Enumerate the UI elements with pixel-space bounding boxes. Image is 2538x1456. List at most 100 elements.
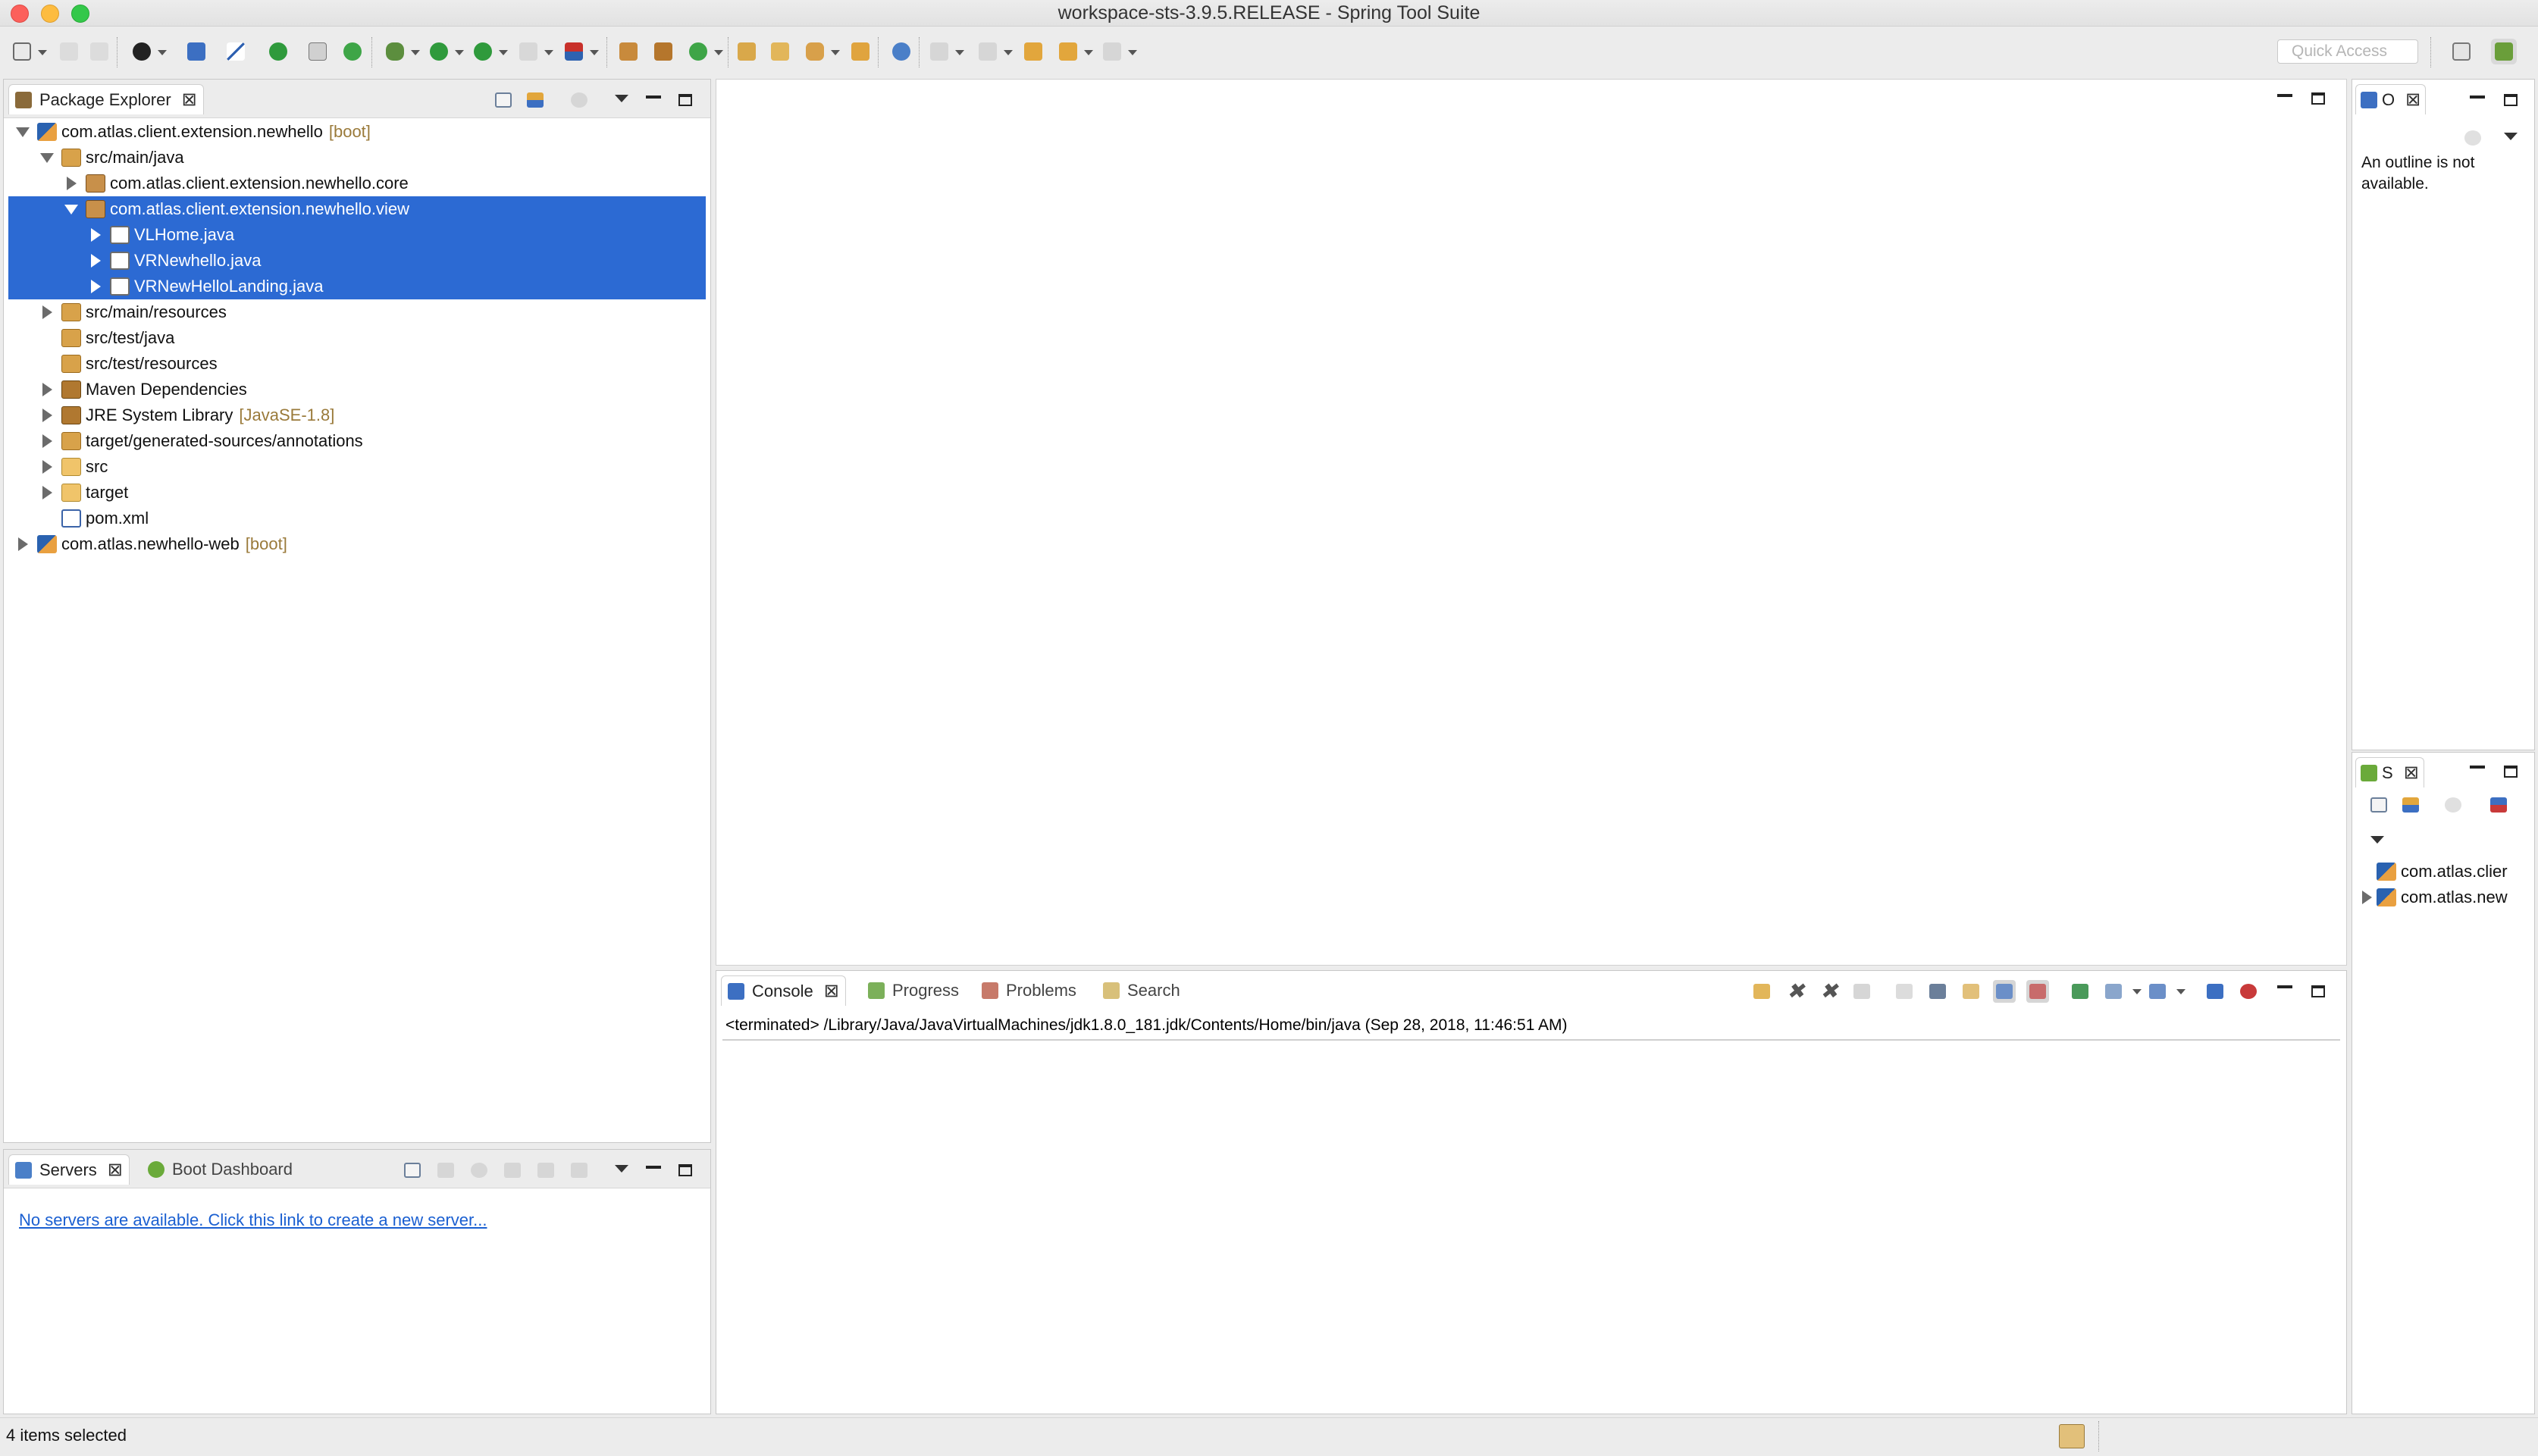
terminal-icon[interactable] [183, 39, 209, 64]
tab-problems[interactable]: Problems [976, 975, 1083, 1006]
spring-item[interactable]: com.atlas.new [2360, 885, 2534, 910]
close-icon[interactable]: ⊠ [2404, 763, 2419, 782]
maximize-icon[interactable] [674, 1159, 697, 1182]
new-package-icon[interactable] [650, 39, 676, 64]
next-annotation-icon[interactable] [926, 39, 952, 64]
maximize-icon[interactable] [2499, 760, 2522, 783]
show-on-stderr-icon[interactable] [2026, 980, 2049, 1003]
tree-item[interactable]: JRE System Library [JavaSE-1.8] [8, 402, 706, 428]
spring-perspective-icon[interactable] [2491, 39, 2517, 64]
tree-item[interactable]: com.atlas.client.extension.newhello.view [8, 196, 706, 222]
spring-icon[interactable] [2237, 980, 2260, 1003]
close-icon[interactable]: ⊠ [824, 982, 839, 1000]
close-icon[interactable]: ⊠ [2405, 90, 2420, 109]
tree-item[interactable]: VLHome.java [8, 222, 706, 248]
show-on-stdout-icon[interactable] [1993, 980, 2016, 1003]
twisty-collapsed-icon[interactable] [89, 254, 102, 268]
minimize-icon[interactable] [642, 1156, 665, 1179]
tree-item[interactable]: VRNewHelloLanding.java [8, 274, 706, 299]
close-icon[interactable]: ⊠ [108, 1160, 123, 1179]
profile-server-icon[interactable] [501, 1159, 524, 1182]
view-menu-icon[interactable] [610, 1157, 633, 1180]
tab-spring-explorer[interactable]: S ⊠ [2355, 757, 2424, 787]
annotation-icon[interactable] [848, 39, 873, 64]
new-java-project-icon[interactable] [616, 39, 641, 64]
terminate-icon[interactable] [1850, 980, 1873, 1003]
skip-breakpoints-icon[interactable] [223, 39, 249, 64]
view-menu-icon[interactable] [2366, 828, 2389, 851]
focus-icon[interactable] [2461, 127, 2484, 149]
tree-item[interactable]: src/main/java [8, 145, 706, 171]
tab-console[interactable]: Console ⊠ [721, 975, 846, 1006]
twisty-collapsed-icon[interactable] [40, 434, 54, 448]
maximize-icon[interactable] [2307, 87, 2330, 110]
minimize-icon[interactable] [2273, 84, 2296, 107]
twisty-collapsed-icon[interactable] [40, 409, 54, 422]
tree-item[interactable]: src/main/resources [8, 299, 706, 325]
twisty-collapsed-icon[interactable] [40, 305, 54, 319]
open-console-icon[interactable] [2146, 980, 2169, 1003]
tab-boot-dashboard[interactable]: Boot Dashboard [142, 1154, 299, 1185]
tree-item[interactable]: src/test/resources [8, 351, 706, 377]
maximize-icon[interactable] [674, 89, 697, 111]
last-edit-icon[interactable] [1020, 39, 1046, 64]
search-icon[interactable] [802, 39, 828, 64]
remove-all-launches-icon[interactable]: ✖ [1817, 980, 1840, 1003]
remove-launch-icon[interactable]: ✖ [1784, 980, 1806, 1003]
open-task-icon[interactable] [767, 39, 793, 64]
minimize-icon[interactable] [2466, 756, 2489, 778]
open-type-icon[interactable] [734, 39, 760, 64]
tab-progress[interactable]: Progress [862, 975, 965, 1006]
prev-annotation-icon[interactable] [975, 39, 1001, 64]
minimize-icon[interactable] [2466, 86, 2489, 108]
twisty-expanded-icon[interactable] [64, 202, 78, 216]
new-icon[interactable] [9, 39, 35, 64]
collapse-all-icon[interactable] [2367, 794, 2390, 816]
tree-item[interactable]: src [8, 454, 706, 480]
twisty-collapsed-icon[interactable] [40, 383, 54, 396]
save-all-icon[interactable] [86, 39, 112, 64]
tree-item[interactable]: Maven Dependencies [8, 377, 706, 402]
word-wrap-icon[interactable] [1960, 980, 1982, 1003]
view-menu-icon[interactable] [2499, 125, 2522, 148]
tab-outline[interactable]: O ⊠ [2355, 84, 2427, 114]
scroll-lock-icon[interactable] [1926, 980, 1949, 1003]
tree-item[interactable]: VRNewhello.java [8, 248, 706, 274]
collapse-all-icon[interactable] [492, 89, 515, 111]
close-icon[interactable]: ⊠ [182, 90, 197, 109]
stop-server-icon[interactable] [534, 1159, 557, 1182]
create-server-link[interactable]: No servers are available. Click this lin… [19, 1210, 487, 1230]
run-external-icon[interactable] [470, 39, 496, 64]
twisty-expanded-icon[interactable] [40, 151, 54, 164]
focus-on-task-icon[interactable] [568, 89, 591, 111]
tree-item[interactable]: target [8, 480, 706, 506]
toggle-mark-icon[interactable] [305, 39, 331, 64]
maximize-icon[interactable] [2307, 980, 2330, 1003]
tree-item[interactable]: com.atlas.client.extension.newhello [boo… [8, 119, 706, 145]
tree-item[interactable]: com.atlas.client.extension.newhello.core [8, 171, 706, 196]
background-tasks-icon[interactable] [2059, 1424, 2085, 1448]
collapse-all-icon[interactable] [401, 1159, 424, 1182]
twisty-collapsed-icon[interactable] [40, 460, 54, 474]
twisty-expanded-icon[interactable] [16, 125, 30, 139]
tree-item[interactable]: com.atlas.newhello-web [boot] [8, 531, 706, 557]
back-icon[interactable] [1055, 39, 1081, 64]
forward-icon[interactable] [1099, 39, 1125, 64]
minimize-icon[interactable] [2273, 975, 2296, 998]
tree-item[interactable]: src/test/java [8, 325, 706, 351]
pin-console-icon[interactable] [2069, 980, 2092, 1003]
minimize-icon[interactable] [642, 86, 665, 108]
publish-icon[interactable] [568, 1159, 591, 1182]
tree-item[interactable]: pom.xml [8, 506, 706, 531]
link-with-editor-icon[interactable] [2399, 794, 2422, 816]
start-server-icon[interactable] [265, 39, 291, 64]
quick-access-input[interactable] [2277, 39, 2418, 64]
twisty-collapsed-icon[interactable] [16, 537, 30, 551]
link-with-editor-icon[interactable] [524, 89, 547, 111]
maximize-icon[interactable] [2499, 89, 2522, 111]
stop-icon[interactable] [515, 39, 541, 64]
spring-item[interactable]: com.atlas.clier [2360, 859, 2534, 885]
tab-package-explorer[interactable]: Package Explorer ⊠ [8, 84, 204, 114]
tab-servers[interactable]: Servers ⊠ [8, 1154, 130, 1185]
twisty-collapsed-icon[interactable] [64, 177, 78, 190]
